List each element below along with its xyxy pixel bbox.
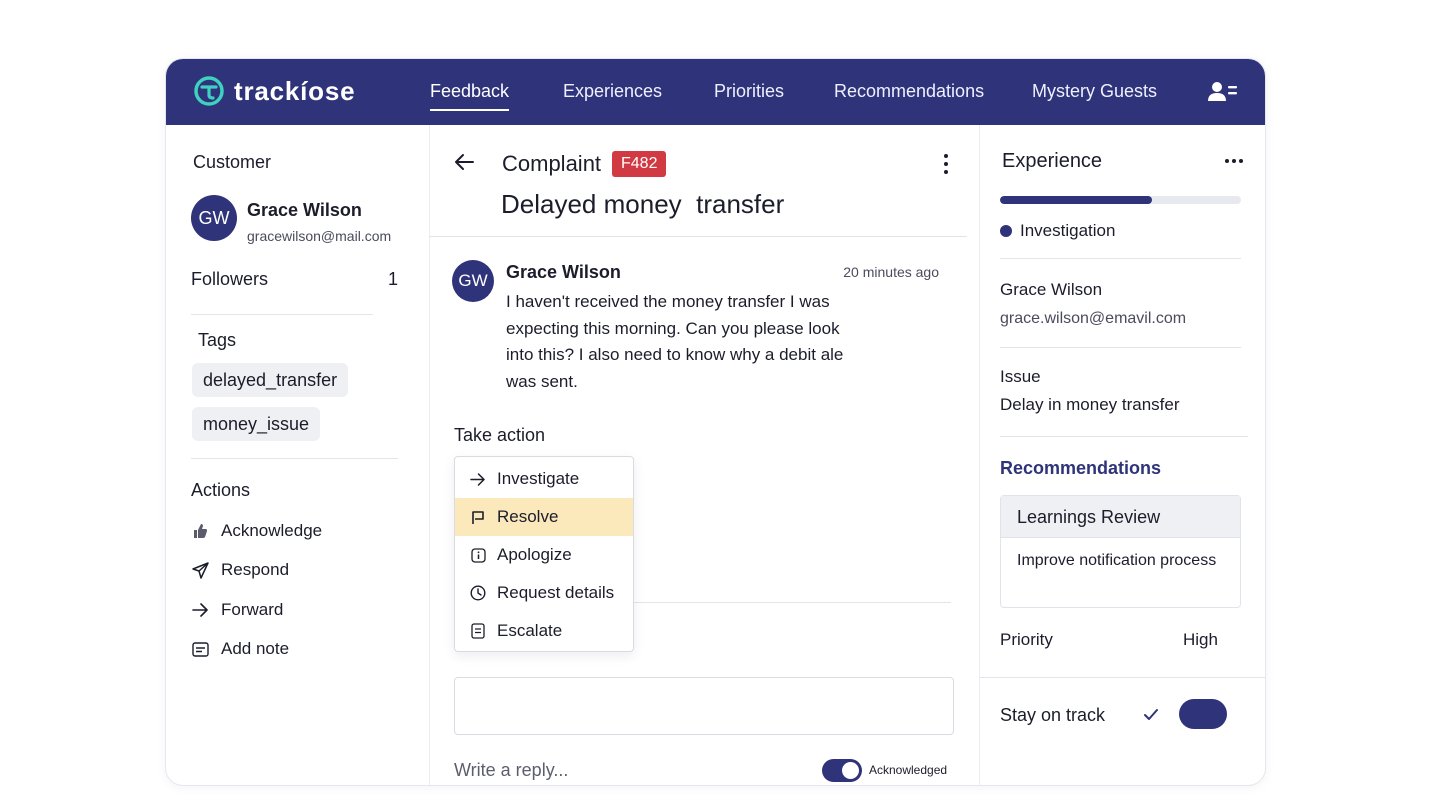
action-acknowledge[interactable]: Acknowledge (191, 521, 322, 541)
app-window: trackíose Feedback Experiences Prioritie… (165, 58, 1266, 786)
experience-progress-bar (1000, 196, 1241, 204)
action-label: Add note (221, 639, 290, 658)
customer-heading: Customer (193, 152, 272, 172)
divider (1000, 347, 1241, 348)
customer-name: Grace Wilson (247, 200, 362, 220)
user-list-icon[interactable] (1208, 80, 1238, 104)
issue-value: Delay in money transfer (1000, 395, 1180, 414)
action-label: Acknowledge (221, 521, 323, 540)
action-label: Forward (221, 600, 284, 619)
recommendation-body: Improve notification process (1017, 552, 1217, 569)
ticket-panel: Complaint F482 Delayed money transfer GW… (429, 125, 979, 785)
brand[interactable]: trackíose (193, 75, 355, 107)
clock-icon (469, 584, 487, 602)
more-horizontal-icon[interactable] (1224, 153, 1244, 169)
experience-panel: Experience Investigation Grace Wilson gr… (979, 125, 1265, 785)
reply-box[interactable] (454, 677, 954, 735)
reply-input[interactable] (454, 756, 784, 784)
priority-label: Priority (1000, 630, 1053, 649)
divider (191, 314, 373, 315)
action-respond[interactable]: Respond (191, 560, 289, 580)
recommendation-title: Learnings Review (1001, 496, 1240, 538)
recommendation-card[interactable]: Learnings Review Improve notification pr… (1000, 495, 1241, 608)
info-icon (469, 546, 487, 564)
menu-item-label: Resolve (497, 507, 559, 526)
take-action-label: Take action (454, 425, 546, 445)
nav-mystery-guests[interactable]: Mystery Guests (1032, 81, 1157, 102)
customer-email: gracewilson@mail.com (247, 228, 392, 244)
avatar: GW (191, 195, 237, 241)
tag-chip[interactable]: money_issue (192, 407, 321, 441)
menu-item-label: Apologize (497, 545, 572, 564)
brand-name: trackíose (234, 75, 356, 106)
message-time: 20 minutes ago (843, 264, 939, 280)
followers-count: 1 (388, 269, 399, 289)
action-forward[interactable]: Forward (191, 600, 283, 620)
arrow-right-icon (191, 601, 209, 619)
acknowledged-toggle[interactable] (822, 759, 862, 782)
contact-name: Grace Wilson (1000, 280, 1103, 299)
send-icon (191, 561, 209, 579)
flag-icon (469, 508, 487, 526)
message-body: I haven't received the money transfer I … (506, 292, 844, 391)
progress-fill (1000, 196, 1152, 204)
followers-label: Followers (191, 269, 269, 289)
menu-item-label: Escalate (497, 621, 563, 640)
more-vertical-icon[interactable] (941, 153, 951, 175)
menu-item-resolve[interactable]: Resolve (455, 498, 633, 536)
nav-feedback[interactable]: Feedback (430, 81, 510, 111)
nav-recommendations[interactable]: Recommendations (834, 81, 984, 102)
divider (1000, 258, 1241, 259)
thumbs-up-icon (191, 522, 209, 540)
message-avatar: GW (452, 260, 494, 302)
document-icon (469, 622, 487, 640)
stage-indicator: Investigation (1000, 221, 1115, 241)
divider (429, 236, 967, 237)
ticket-type: Complaint (502, 151, 602, 176)
actions-heading: Actions (191, 480, 251, 500)
contact-email: grace.wilson@emavil.com (1000, 310, 1187, 327)
tag-chip[interactable]: delayed_transfer (192, 363, 349, 397)
customer-sidebar: Customer GW Grace Wilson gracewilson@mai… (166, 125, 429, 785)
menu-item-label: Request details (497, 583, 615, 602)
tags-heading: Tags (198, 330, 237, 350)
top-nav: trackíose Feedback Experiences Prioritie… (166, 59, 1265, 125)
issue-label: Issue (1000, 367, 1041, 386)
back-arrow-icon[interactable] (453, 151, 475, 173)
ticket-id-badge: F482 (612, 151, 667, 177)
status-dot (1000, 225, 1012, 237)
nav-experiences[interactable]: Experiences (563, 81, 662, 102)
ticket-title: Delayed money transfer (501, 189, 785, 219)
message-author: Grace Wilson (506, 262, 621, 282)
divider (1000, 436, 1248, 437)
take-action-menu: Investigate Resolve Apologize Request de… (454, 456, 634, 652)
menu-item-escalate[interactable]: Escalate (455, 612, 633, 650)
stay-on-track-label: Stay on track (1000, 705, 1106, 725)
menu-item-investigate[interactable]: Investigate (455, 460, 633, 498)
menu-item-apologize[interactable]: Apologize (455, 536, 633, 574)
stage-label: Investigation (1020, 221, 1116, 240)
stay-on-track-toggle[interactable] (1179, 699, 1227, 729)
recommendations-heading: Recommendations (1000, 458, 1162, 478)
note-icon (191, 640, 209, 658)
action-label: Respond (221, 560, 290, 579)
menu-item-label: Investigate (497, 469, 580, 488)
check-icon[interactable] (1141, 705, 1161, 725)
action-add-note[interactable]: Add note (191, 639, 289, 659)
nav-priorities[interactable]: Priorities (714, 81, 784, 102)
brand-logo-icon (194, 76, 224, 106)
menu-item-request-details[interactable]: Request details (455, 574, 633, 612)
divider (979, 677, 1265, 678)
toggle-label: Acknowledged (869, 763, 948, 777)
divider (191, 458, 398, 459)
priority-value: High (1183, 630, 1218, 649)
experience-heading: Experience (1002, 150, 1103, 172)
arrow-right-icon (469, 470, 487, 488)
